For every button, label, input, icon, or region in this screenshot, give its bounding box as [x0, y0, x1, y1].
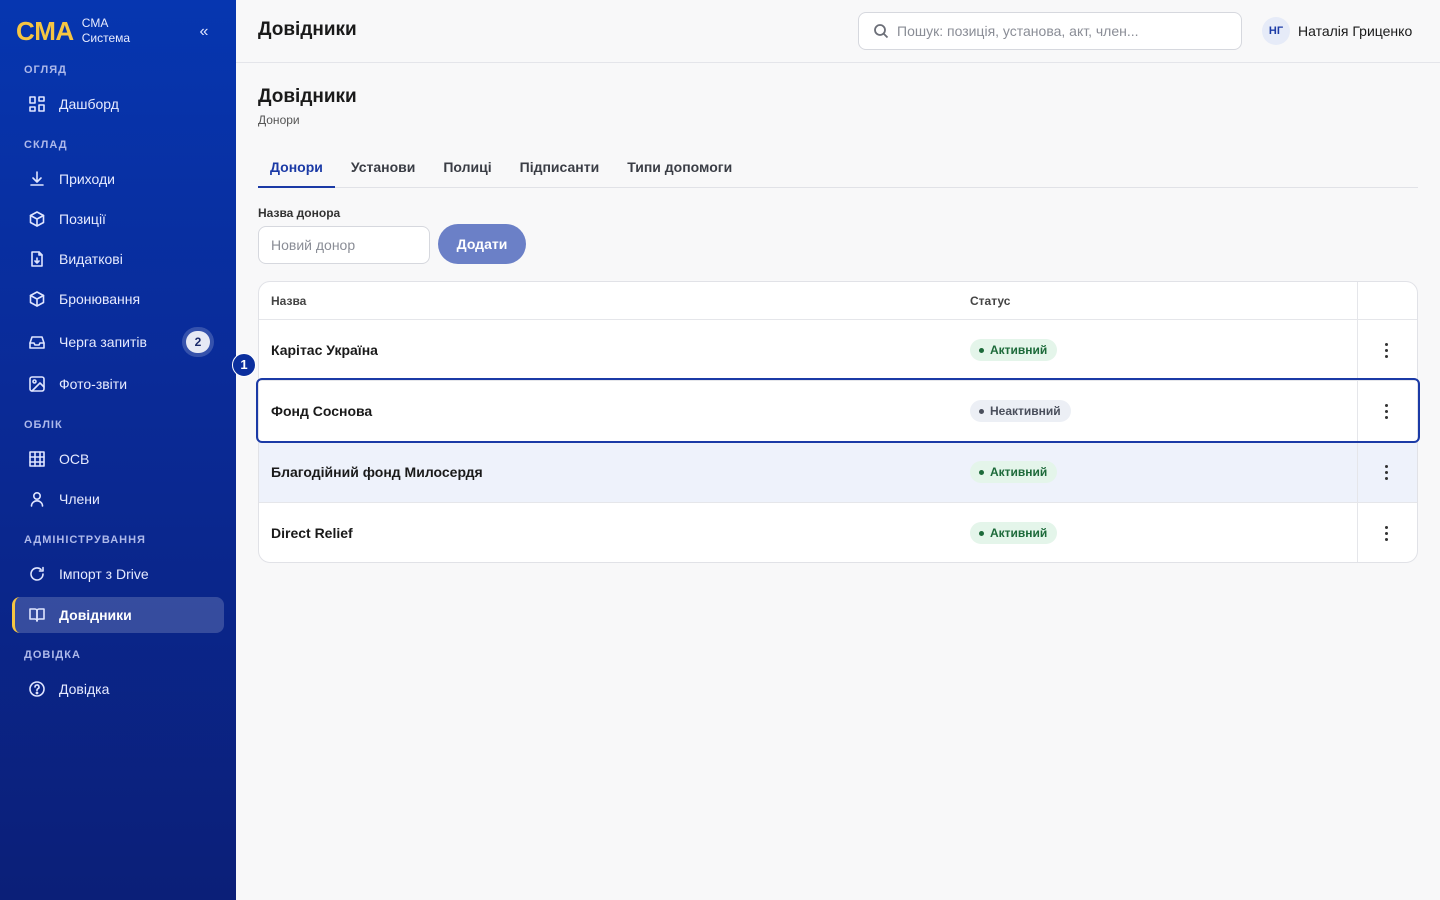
request-count-badge: 2 [186, 331, 210, 353]
avatar: НГ [1262, 17, 1290, 45]
brand-line2: Система [81, 31, 131, 45]
sidebar-item-label: Дашборд [59, 96, 119, 112]
donor-name: Карітас Україна [271, 342, 378, 358]
sidebar-item-photo-reports[interactable]: Фото-звіти [12, 366, 224, 402]
user-menu[interactable]: НГ Наталія Гриценко [1262, 17, 1412, 45]
table-row[interactable]: Direct Relief Активний [259, 503, 1417, 564]
status-badge: Неактивний [970, 400, 1071, 422]
refresh-icon [28, 565, 46, 583]
book-icon [28, 606, 46, 624]
tab-donors[interactable]: Донори [258, 148, 335, 188]
donor-name: Фонд Соснова [271, 403, 373, 419]
donor-name: Благодійний фонд Милосердя [271, 464, 483, 480]
page-subtitle: Донори [258, 113, 300, 127]
document-icon [28, 250, 46, 268]
sidebar-item-references[interactable]: Довідники [12, 597, 224, 633]
global-search[interactable] [858, 12, 1242, 50]
column-header-status: Статус [970, 294, 1011, 308]
table-header: Назва Статус [259, 282, 1417, 320]
top-header: Довідники НГ Наталія Гриценко [236, 0, 1440, 63]
sidebar-item-positions[interactable]: Позиції [12, 201, 224, 237]
section-label-help: ДОВІДКА [24, 649, 81, 661]
actions-column-divider [1357, 282, 1358, 562]
collapse-sidebar-button[interactable]: « [192, 22, 216, 42]
status-dot [979, 347, 984, 353]
table-icon [28, 450, 46, 468]
sidebar-item-label: Позиції [59, 211, 106, 227]
status-text: Активний [990, 526, 1048, 540]
sidebar-item-label: Довідники [59, 607, 132, 623]
sidebar-item-label: Бронювання [59, 291, 141, 307]
dashboard-icon [28, 95, 46, 113]
column-header-name: Назва [271, 294, 307, 308]
table-row[interactable]: Фонд Соснова Неактивний [259, 381, 1417, 442]
row-actions-menu-icon[interactable] [1373, 460, 1399, 484]
status-badge: Активний [970, 522, 1058, 544]
status-dot [979, 408, 984, 414]
search-icon [874, 24, 889, 39]
sidebar-item-help[interactable]: Довідка [12, 671, 224, 707]
sidebar-item-dashboard[interactable]: Дашборд [12, 86, 224, 122]
sidebar-item-receipts[interactable]: Приходи [12, 161, 224, 197]
donors-table: Назва Статус Карітас Україна Активний Фо… [258, 281, 1418, 563]
image-icon [28, 375, 46, 393]
tab-institutions[interactable]: Установи [339, 148, 427, 188]
section-label-overview: ОГЛЯД [24, 64, 67, 76]
brand-logo: CMA [16, 16, 74, 46]
donor-name-input[interactable] [258, 226, 430, 264]
header-title: Довідники [258, 19, 357, 40]
table-row[interactable]: Карітас Україна Активний [259, 320, 1417, 381]
sidebar-item-label: Імпорт з Drive [59, 566, 149, 582]
user-name: Наталія Гриценко [1298, 23, 1413, 39]
status-text: Неактивний [990, 404, 1061, 418]
user-icon [28, 490, 46, 508]
status-badge: Активний [970, 339, 1058, 361]
table-row[interactable]: Благодійний фонд Милосердя Активний [259, 442, 1417, 503]
sidebar-item-label: Члени [59, 491, 100, 507]
sidebar-item-members[interactable]: Члени [12, 481, 224, 517]
page-title: Довідники [258, 86, 357, 107]
tab-shelves[interactable]: Полиці [431, 148, 503, 188]
add-donor-button[interactable]: Додати [438, 224, 526, 264]
inbox-icon [28, 333, 46, 351]
sidebar-item-request-queue[interactable]: Черга запитів 2 [12, 324, 224, 360]
sidebar: CMA CMA Система « ОГЛЯД Дашборд СКЛАД Пр… [0, 0, 236, 900]
status-dot [979, 469, 984, 475]
brand-text: CMA Система [82, 16, 130, 46]
sidebar-item-booking[interactable]: Бронювання [12, 281, 224, 317]
section-label-admin: АДМІНІСТРУВАННЯ [24, 534, 146, 546]
status-text: Активний [990, 343, 1048, 357]
brand-line1: CMA [81, 16, 109, 30]
help-icon [28, 680, 46, 698]
row-actions-menu-icon[interactable] [1373, 521, 1399, 545]
sidebar-item-osv[interactable]: ОСВ [12, 441, 224, 477]
row-actions-menu-icon[interactable] [1373, 338, 1399, 362]
status-text: Активний [990, 465, 1048, 479]
box-icon [28, 290, 46, 308]
section-label-warehouse: СКЛАД [24, 139, 68, 151]
sidebar-item-label: Черга запитів [59, 334, 147, 350]
sidebar-item-label: Фото-звіти [59, 376, 128, 392]
row-actions-menu-icon[interactable] [1373, 399, 1399, 423]
reference-tabs: Донори Установи Полиці Підписанти Типи д… [258, 148, 1418, 188]
sidebar-item-label: Приходи [59, 171, 115, 187]
search-input[interactable] [897, 23, 1227, 39]
box-icon [28, 210, 46, 228]
status-badge: Активний [970, 461, 1058, 483]
brand[interactable]: CMA CMA Система [16, 16, 130, 46]
sidebar-item-expenses[interactable]: Видаткові [12, 241, 224, 277]
tab-signatories[interactable]: Підписанти [508, 148, 612, 188]
sidebar-item-import-drive[interactable]: Імпорт з Drive [12, 556, 224, 592]
sidebar-item-label: Видаткові [59, 251, 123, 267]
download-icon [28, 170, 46, 188]
donor-name-label: Назва донора [258, 206, 341, 220]
sidebar-item-label: ОСВ [59, 451, 90, 467]
status-dot [979, 530, 984, 536]
section-label-accounting: ОБЛІК [24, 419, 63, 431]
tab-aid-types[interactable]: Типи допомоги [615, 148, 744, 188]
donor-name: Direct Relief [271, 525, 353, 541]
step-marker: 1 [232, 353, 256, 377]
sidebar-item-label: Довідка [59, 681, 110, 697]
